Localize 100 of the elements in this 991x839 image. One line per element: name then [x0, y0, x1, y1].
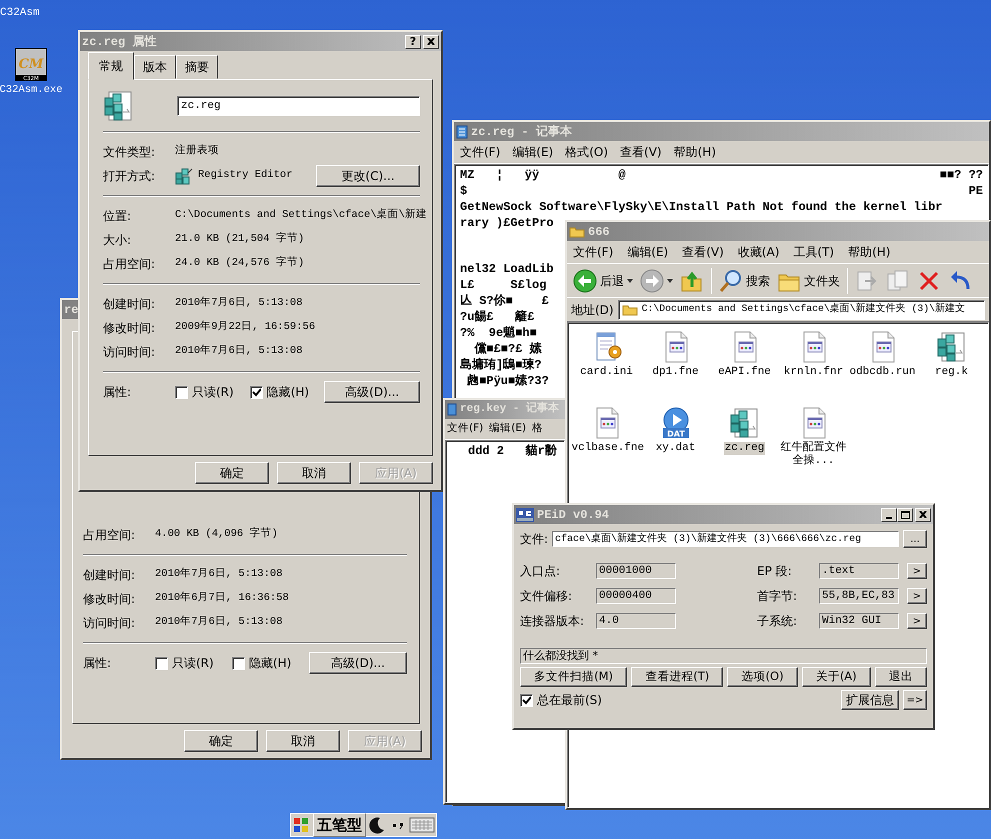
advanced-button[interactable]: 高级(D)... [324, 381, 420, 403]
field-label: 属性: [83, 655, 112, 672]
window-title: PEiD v0.94 [537, 506, 610, 524]
dialog-button[interactable]: 确定 [184, 730, 258, 752]
file-name[interactable]: 红牛配置文件全操... [779, 442, 848, 468]
close-icon [427, 38, 435, 45]
text-line: ?% 9e魈■h■ [460, 325, 537, 341]
readout-field: 00001000 [596, 563, 676, 579]
dialog-button[interactable]: 取消 [277, 462, 351, 484]
file-name[interactable]: zc.reg [724, 442, 766, 455]
action-button[interactable]: 退出 [874, 667, 928, 687]
minimize-button[interactable] [881, 508, 897, 522]
field-label: 大小: [103, 232, 132, 249]
menu-item[interactable]: 查看(V) [682, 243, 724, 261]
field-label: 子系统: [757, 613, 798, 630]
expand-button[interactable]: > [907, 563, 927, 579]
action-button[interactable]: 选项(O) [727, 667, 798, 687]
registry-file-icon [728, 407, 760, 439]
next-button[interactable]: => [903, 690, 927, 710]
tab[interactable]: 摘要 [176, 55, 218, 79]
advanced-button[interactable]: 高级(D)... [308, 652, 408, 674]
field-label: 修改时间: [83, 591, 136, 608]
moon-icon[interactable] [367, 815, 387, 835]
file-name[interactable]: reg.k [934, 366, 969, 379]
menu-item[interactable]: 查看(V) [620, 143, 662, 161]
menu-item[interactable]: 文件(F) [573, 243, 614, 261]
file-name[interactable]: odbcdb.run [848, 366, 916, 379]
file-name[interactable]: dp1.fne [651, 366, 700, 379]
help-button[interactable]: ? [405, 34, 421, 48]
action-button[interactable]: 关于(A) [802, 667, 871, 687]
folder-icon [622, 303, 638, 316]
text-line: ddd 2 貓r黺 [468, 442, 558, 459]
field-value: 2010年6月7日, 16:36:58 [155, 591, 289, 606]
folder-icon [569, 225, 585, 238]
text-line: GetNewSock Software\FlySky\E\Install Path Not found the kernel libr [460, 199, 942, 215]
checkbox[interactable] [520, 694, 533, 706]
change-button[interactable]: 更改(C)... [316, 165, 420, 187]
menu-item[interactable]: 工具(T) [793, 243, 834, 261]
toolbar-label[interactable]: 搜索 [746, 272, 770, 290]
menu-item[interactable]: 帮助(H) [848, 243, 890, 261]
checkbox[interactable] [155, 656, 168, 670]
menu-item[interactable]: 文件(F) [460, 143, 500, 161]
field-label: 修改时间: [103, 320, 156, 337]
tab[interactable]: 常规 [88, 52, 134, 80]
field-value: 2010年7月6日, 5:13:08 [175, 344, 303, 360]
menu-item[interactable]: 帮助(H) [674, 143, 716, 161]
address-field[interactable]: C:\Documents and Settings\cface\桌面\新建文件夹 (3)\新建文 [618, 300, 985, 320]
tab[interactable]: 版本 [134, 55, 176, 79]
field-label: 位置: [103, 208, 132, 225]
field-label: 创建时间: [83, 567, 136, 584]
file-name[interactable]: card.ini [579, 366, 634, 379]
field-label: 访问时间: [83, 615, 136, 632]
window-title: zc.reg 属性 [82, 34, 156, 50]
menu-item[interactable]: 编辑(E) [512, 143, 554, 161]
checkbox[interactable] [250, 386, 263, 398]
file-path-field[interactable]: cface\桌面\新建文件夹 (3)\新建文件夹 (3)\666\666\zc.reg [552, 531, 899, 547]
close-button[interactable] [915, 508, 931, 522]
window-title: 666 [588, 224, 610, 240]
toolbar-label[interactable]: 文件夹 [804, 272, 840, 290]
close-button[interactable] [423, 34, 439, 48]
expand-button[interactable]: > [907, 588, 927, 604]
caret-icon[interactable] [667, 278, 673, 282]
search-icon[interactable] [719, 268, 743, 292]
action-button[interactable]: 多文件扫描(M) [520, 667, 628, 687]
notepad-icon [447, 403, 457, 416]
expand-button[interactable]: > [907, 613, 927, 629]
registry-file-icon [936, 331, 968, 363]
field-label: EP 段: [757, 563, 793, 580]
file-name-field[interactable]: zc.reg [177, 96, 420, 116]
keyboard-icon[interactable] [409, 815, 435, 835]
app-logo-icon [516, 508, 534, 522]
readout-field: 00000400 [596, 588, 676, 604]
field-value: 2010年7月6日, 5:13:08 [175, 296, 303, 312]
readout-field: 55,8B,EC,83 [819, 588, 899, 604]
menu-item[interactable]: 编辑(E) [489, 421, 526, 437]
menu-item[interactable]: 格式(O) [565, 143, 608, 161]
menu-item[interactable]: 编辑(E) [627, 243, 668, 261]
text-line: MZ ¦ ÿÿ @ [460, 167, 626, 183]
file-name[interactable]: xy.dat [654, 442, 696, 455]
text-line: $ [460, 183, 468, 199]
checkbox[interactable] [175, 386, 188, 398]
menu-item[interactable]: 收藏(A) [738, 243, 780, 261]
input-mode-label[interactable]: 五笔型 [313, 812, 366, 838]
browse-button[interactable]: ... [903, 530, 927, 548]
field-value: 注册表项 [175, 144, 219, 160]
caret-icon[interactable] [627, 278, 633, 282]
file-name[interactable]: krnln.fnr [782, 366, 844, 379]
toolbar-label[interactable]: 后退 [600, 272, 624, 290]
menu-item[interactable]: 格 [532, 421, 544, 437]
checkbox[interactable] [232, 656, 245, 670]
checkbox-label: 隐藏(H) [266, 384, 310, 401]
menu-item[interactable]: 文件(F) [447, 421, 484, 437]
maximize-button[interactable] [897, 508, 913, 522]
extended-info-button[interactable]: 扩展信息 [841, 690, 899, 710]
file-name[interactable]: vclbase.fne [570, 442, 642, 455]
action-button[interactable]: 查看进程(T) [631, 667, 724, 687]
file-name[interactable]: eAPI.fne [717, 366, 772, 379]
dialog-button[interactable]: 确定 [195, 462, 269, 484]
dialog-button[interactable]: 取消 [266, 730, 340, 752]
window-title: re [64, 302, 78, 318]
